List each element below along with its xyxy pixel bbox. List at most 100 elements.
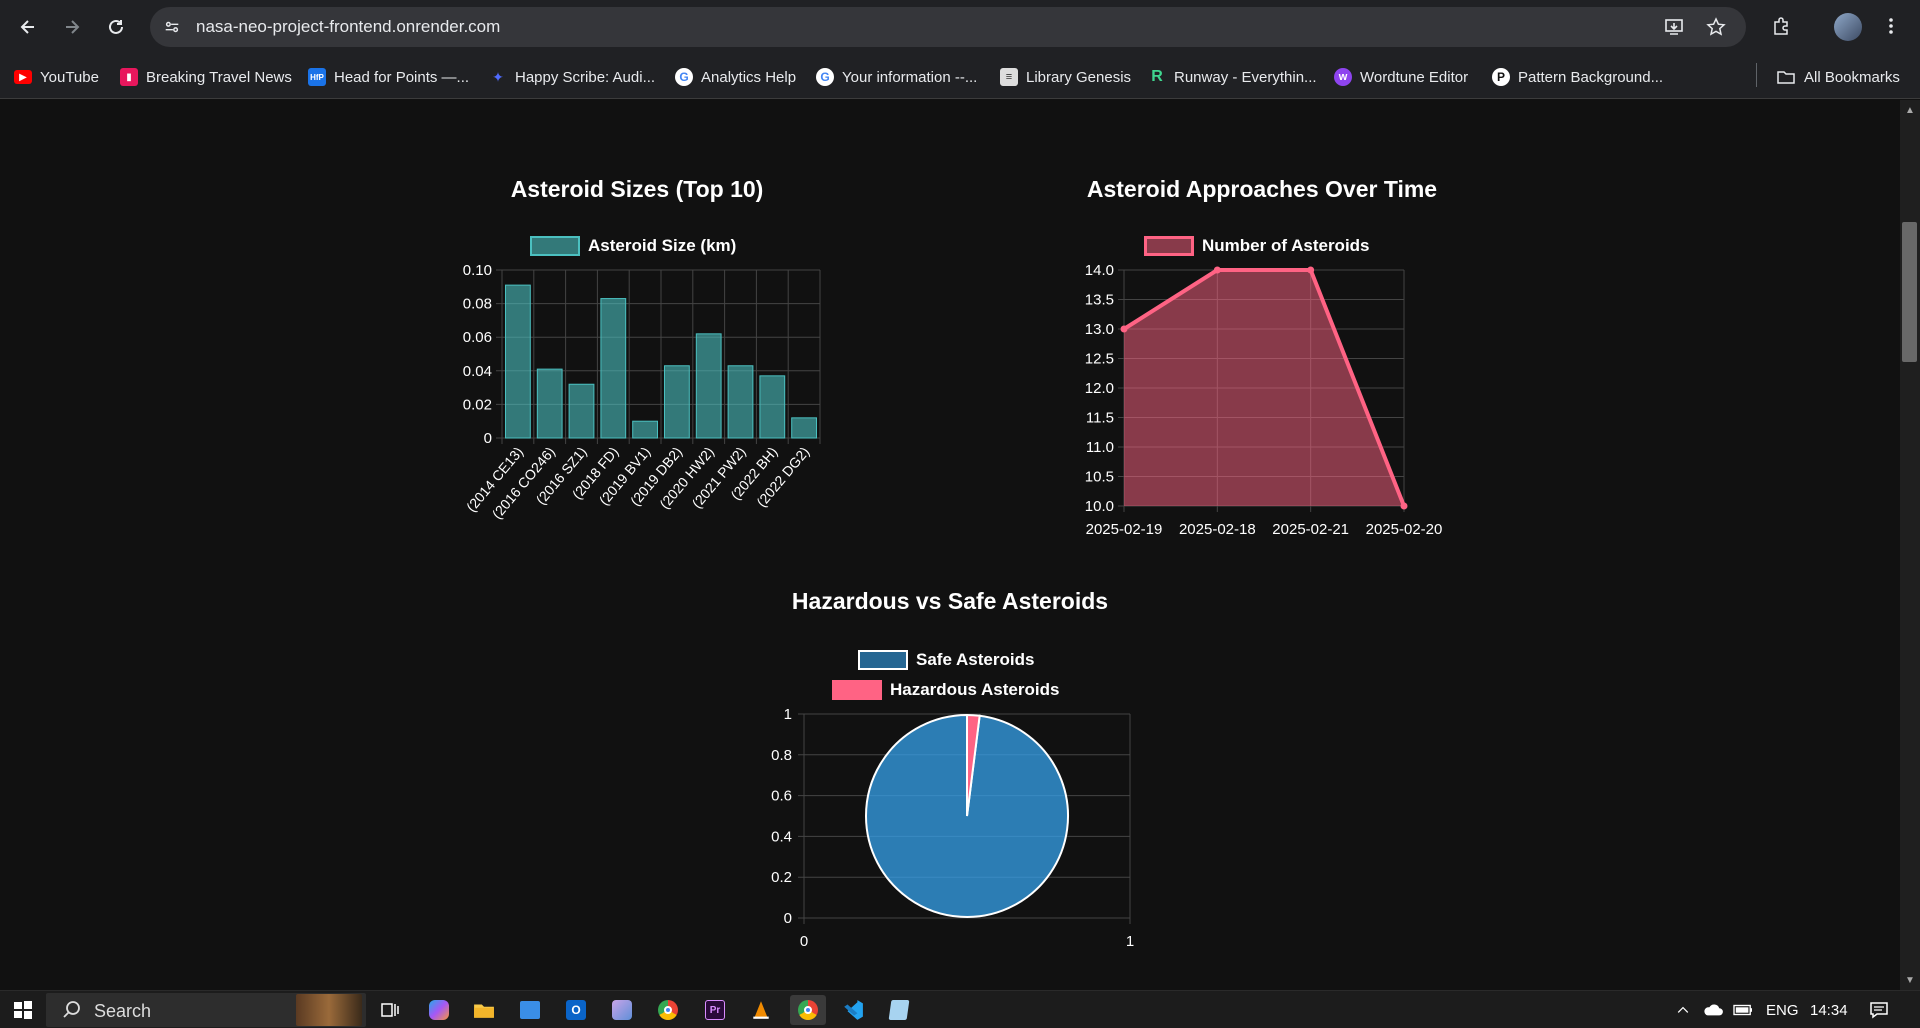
bookmark-pattern-background[interactable]: P Pattern Background...: [1492, 66, 1663, 88]
runway-icon: R: [1151, 68, 1163, 85]
premiere-icon[interactable]: Pr: [700, 995, 730, 1025]
legend-label: Hazardous Asteroids: [890, 680, 1060, 699]
bookmark-library-genesis[interactable]: ≡ Library Genesis: [1000, 66, 1131, 88]
notifications-icon[interactable]: [1864, 995, 1894, 1025]
y-tick-label: 0: [484, 430, 492, 447]
pie-legend-hazardous[interactable]: Hazardous Asteroids: [832, 680, 1059, 700]
bar: [568, 383, 595, 439]
data-point: [1213, 266, 1221, 274]
legend-label: Number of Asteroids: [1202, 236, 1370, 255]
notepad-icon[interactable]: [884, 995, 914, 1025]
scroll-down-arrow-icon[interactable]: ▼: [1900, 972, 1920, 988]
x-tick-label: 0: [800, 933, 808, 950]
clock-time[interactable]: 14:34: [1810, 1002, 1848, 1019]
forward-button[interactable]: [56, 11, 88, 43]
chrome-icon[interactable]: [653, 995, 683, 1025]
y-tick-label: 0.4: [771, 828, 792, 845]
bookmark-label: YouTube: [40, 68, 99, 86]
vlc-icon[interactable]: [746, 995, 776, 1025]
search-placeholder: Search: [94, 1001, 152, 1021]
bookmark-label: Happy Scribe: Audi...: [515, 68, 656, 86]
y-tick-label: 0.8: [771, 747, 792, 764]
profile-avatar[interactable]: [1834, 13, 1862, 41]
y-tick-label: 12.5: [1085, 351, 1114, 368]
y-tick-label: 0.10: [463, 262, 492, 279]
windows-start-icon[interactable]: [8, 995, 38, 1025]
language-indicator[interactable]: ENG: [1766, 1002, 1799, 1019]
bookmark-your-information[interactable]: G Your information --...: [816, 66, 977, 88]
y-tick-label: 0.04: [463, 363, 492, 380]
bookmark-label: Pattern Background...: [1518, 68, 1664, 86]
pattern-icon: P: [1492, 68, 1510, 86]
y-tick-label: 11.5: [1086, 410, 1114, 427]
y-tick-label: 1: [784, 706, 792, 723]
install-app-icon[interactable]: [1662, 15, 1686, 39]
reload-icon: [109, 19, 123, 34]
pie-legend-safe[interactable]: Safe Asteroids: [858, 650, 1034, 670]
address-bar[interactable]: nasa-neo-project-frontend.onrender.com: [150, 7, 1746, 47]
search-highlight-image: [296, 994, 362, 1026]
vscode-icon[interactable]: [838, 995, 868, 1025]
taskbar: Search O Pr ENG 14:34: [0, 990, 1920, 1028]
bookmark-label: Wordtune Editor: [1360, 68, 1469, 86]
data-point: [1400, 502, 1408, 510]
photos-icon[interactable]: [607, 995, 637, 1025]
bookmark-label: Breaking Travel News: [146, 68, 292, 86]
file-explorer-icon[interactable]: [469, 995, 499, 1025]
pie-chart: 0 0.2 0.4 0.6 0.8 1 0 1: [771, 706, 1134, 950]
area-chart-legend[interactable]: Number of Asteroids: [1144, 236, 1370, 256]
battery-icon[interactable]: [1728, 995, 1758, 1025]
bar: [695, 333, 722, 439]
copilot-icon[interactable]: [424, 995, 454, 1025]
taskbar-search[interactable]: Search: [46, 993, 366, 1027]
scroll-up-arrow-icon[interactable]: ▲: [1900, 102, 1920, 118]
data-point: [1307, 266, 1315, 274]
bar: [504, 284, 531, 439]
bookmark-head-for-points[interactable]: HfP Head for Points —...: [308, 66, 469, 88]
bookmark-star-icon[interactable]: [1704, 15, 1728, 39]
bar: [663, 365, 690, 439]
bookmark-youtube[interactable]: ▶ YouTube: [14, 66, 99, 88]
bar-chart-legend[interactable]: Asteroid Size (km): [530, 236, 736, 256]
bookmark-happy-scribe[interactable]: ✦ Happy Scribe: Audi...: [489, 66, 655, 88]
all-bookmarks-button[interactable]: All Bookmarks: [1776, 66, 1900, 88]
bookmark-label: Your information --...: [842, 68, 978, 86]
task-view-icon[interactable]: [375, 995, 405, 1025]
folder-icon: [1777, 71, 1795, 84]
page-content: Asteroid Sizes (Top 10) Asteroid Size (k…: [0, 100, 1900, 990]
onedrive-cloud-icon[interactable]: [1698, 995, 1728, 1025]
google-icon: G: [675, 68, 693, 86]
y-tick-label: 10.0: [1085, 498, 1114, 515]
bookmark-analytics-help[interactable]: G Analytics Help: [675, 66, 796, 88]
y-tick-label: 13.5: [1085, 292, 1114, 309]
outlook-icon[interactable]: O: [561, 995, 591, 1025]
bookmarks-separator: [1756, 63, 1757, 87]
hfp-icon: HfP: [308, 68, 326, 86]
bookmark-label: Analytics Help: [701, 68, 797, 86]
bar: [727, 365, 754, 439]
libgen-icon: ≡: [1000, 68, 1018, 86]
legend-label: Asteroid Size (km): [588, 236, 737, 255]
site-info-icon[interactable]: [158, 13, 186, 41]
y-tick-label: 0: [784, 910, 792, 927]
bookmark-wordtune[interactable]: w Wordtune Editor: [1334, 66, 1468, 88]
legend-swatch: [530, 236, 580, 256]
extensions-icon[interactable]: [1768, 13, 1794, 39]
google-icon: G: [816, 68, 834, 86]
pie-chart-title: Hazardous vs Safe Asteroids: [791, 588, 1109, 614]
reload-button[interactable]: [100, 11, 132, 43]
back-button[interactable]: [12, 11, 44, 43]
bookmark-breaking-travel-news[interactable]: ▮ Breaking Travel News: [120, 66, 292, 88]
scrollbar-thumb[interactable]: [1902, 222, 1917, 362]
menu-kebab-icon[interactable]: [1878, 13, 1904, 39]
y-tick-label: 12.0: [1085, 380, 1114, 397]
tray-chevron-icon[interactable]: [1668, 995, 1698, 1025]
x-tick-label: 2025-02-20: [1366, 521, 1443, 538]
bar: [632, 420, 659, 439]
chrome-active-icon[interactable]: [790, 995, 826, 1025]
bookmark-label: Head for Points —...: [334, 68, 470, 86]
y-tick-label: 0.2: [771, 869, 792, 886]
store-icon[interactable]: [515, 995, 545, 1025]
bookmark-runway[interactable]: R Runway - Everythin...: [1148, 66, 1316, 88]
y-tick-label: 10.5: [1085, 469, 1114, 486]
